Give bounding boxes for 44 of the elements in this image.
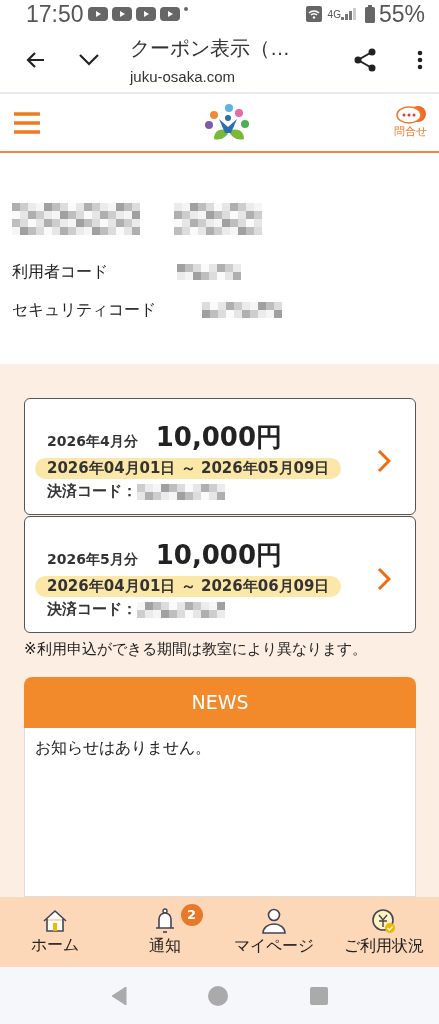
validity-period: 2026年04月01日 ～ 2026年06月09日 [35,576,342,597]
payment-code-label: 決済コード： [47,482,137,501]
bell-icon [154,907,175,934]
page-title: クーポン表示（… [130,36,290,61]
payment-code-label: 決済コード： [47,600,137,619]
validity-period: 2026年04月01日 ～ 2026年05月09日 [35,458,342,479]
collapse-button[interactable] [78,53,100,67]
chevron-right-icon [377,566,391,591]
coupon-month: 2026年4月分 [47,433,138,451]
video-app-icon [111,7,132,21]
video-app-icon [135,7,156,21]
network-type: 4G [327,8,341,20]
battery-icon [364,5,375,23]
notification-count-badge: 2 [180,903,203,926]
video-app-icon [87,7,108,21]
clock-time: 17:50 [26,0,84,28]
battery-percent: 55% [378,0,425,28]
field-label: 利用者コード [12,261,109,283]
menu-button[interactable] [14,110,40,135]
nav-tab[interactable]: ホーム [0,897,110,967]
wifi-icon [305,6,322,22]
video-app-icon [159,7,180,21]
coupon-amount: 10,000円 [155,421,283,454]
nav-tab[interactable]: 2 通知 [109,897,220,967]
share-button[interactable] [353,47,377,73]
news-message: お知らせはありません。 [35,738,211,757]
pixelated-text-mosaic [177,264,241,280]
news-header: NEWS [24,677,416,728]
yen-coin-icon [371,907,398,934]
page-url: juku-osaka.com [130,68,236,85]
coupon-month: 2026年5月分 [47,551,138,569]
chevron-right-icon [377,448,391,473]
field-label: セキュリティコード [12,299,157,321]
coupon-card[interactable]: 2026年5月分 10,000円 2026年04月01日 ～ 2026年06月09日 決済コード： [24,516,416,633]
more-menu-button[interactable] [417,50,423,70]
nav-tab[interactable]: マイページ [219,897,330,967]
coupon-card[interactable]: 2026年4月分 10,000円 2026年04月01日 ～ 2026年05月09日 決済コード： [24,398,416,515]
dot-icon [183,7,188,11]
coupon-amount: 10,000円 [155,539,283,572]
house-icon [41,908,68,933]
notice-text: ※利用申込ができる期間は教室により異なります。 [24,639,368,660]
signal-icon [340,8,359,20]
nav-tab[interactable]: ご利用状況 [329,897,439,967]
person-icon [261,907,288,934]
